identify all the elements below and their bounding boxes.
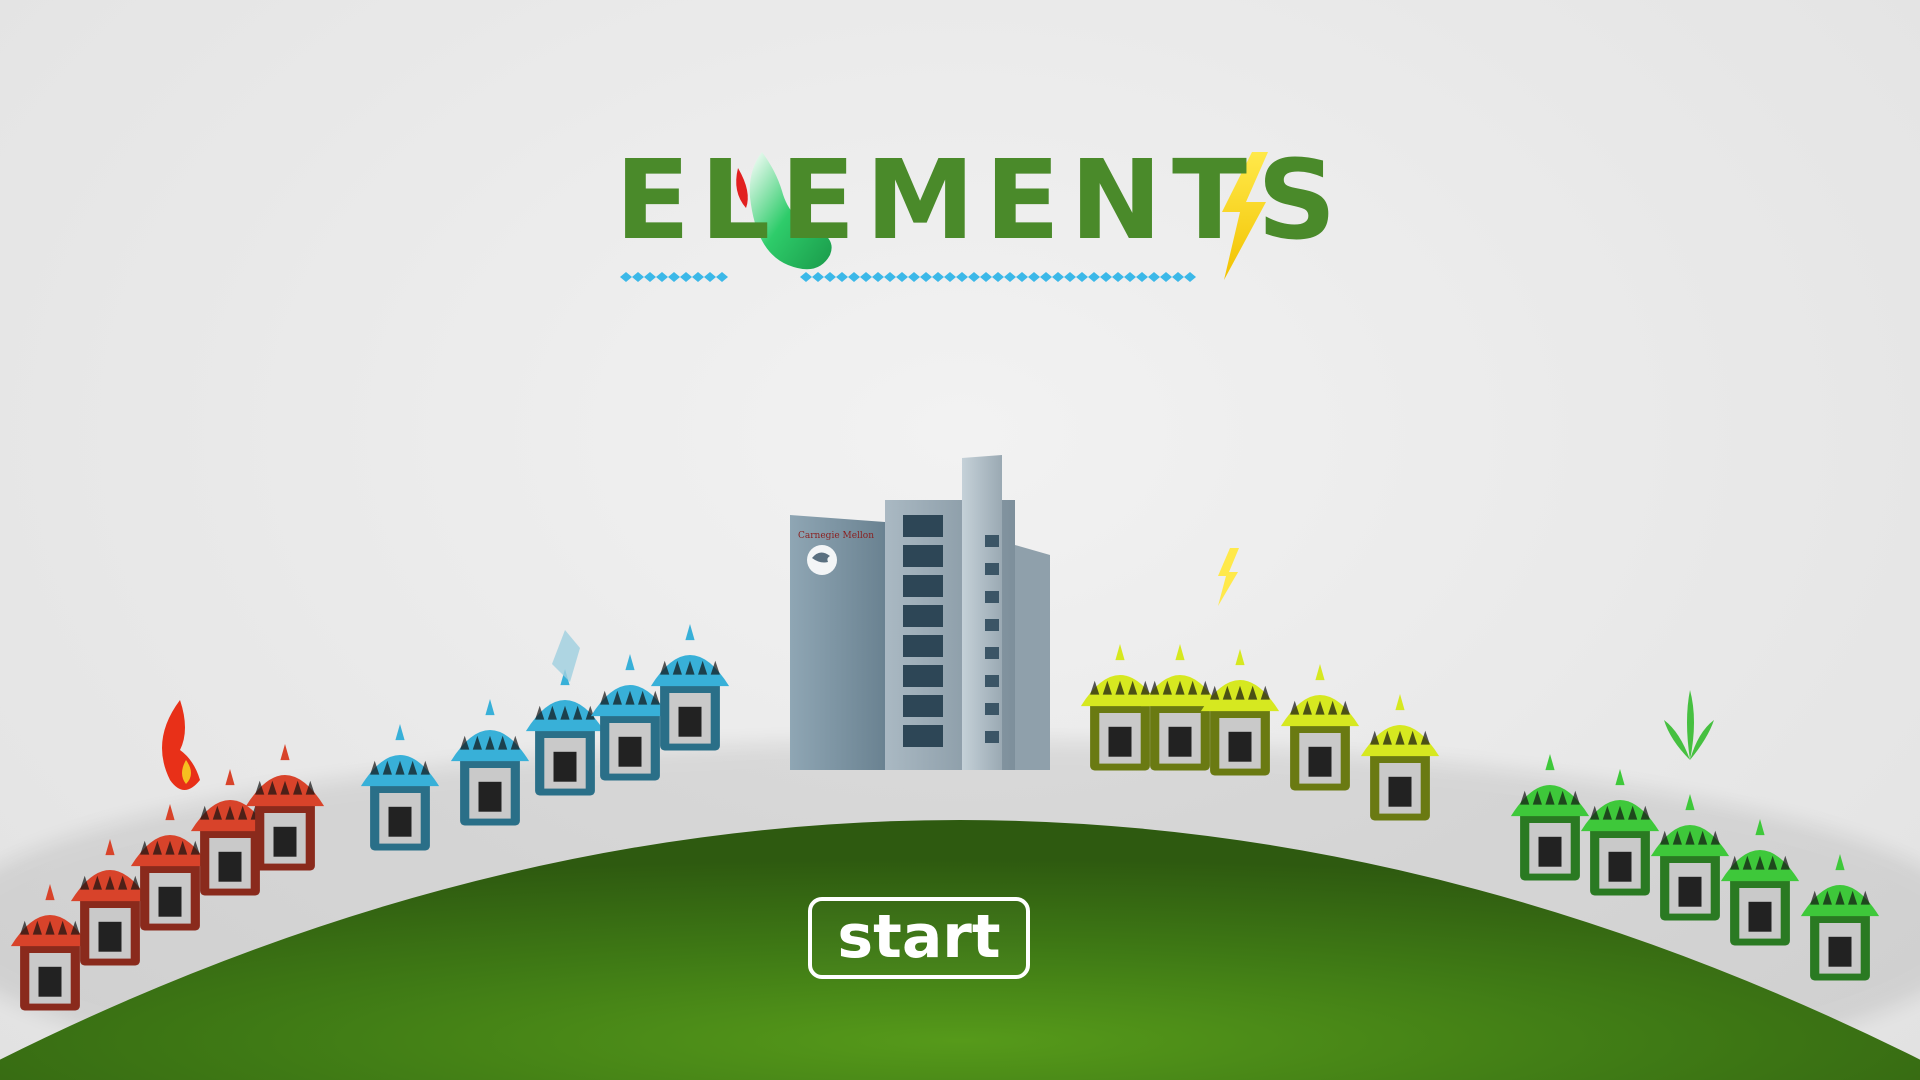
element-tower	[590, 654, 670, 781]
fire-flame-icon	[162, 700, 200, 790]
water-crystal-icon	[552, 630, 580, 682]
building-tower	[962, 455, 1002, 770]
element-tower	[1280, 664, 1360, 791]
building-sign: Carnegie Mellon	[798, 531, 874, 541]
building-left-wing	[790, 515, 885, 770]
element-tower	[245, 744, 325, 871]
central-building: Carnegie Mellon	[790, 455, 1050, 770]
earth-sprout-icon	[1664, 690, 1714, 760]
start-button[interactable]: start	[808, 897, 1030, 979]
element-tower	[450, 699, 530, 826]
element-tower	[1360, 694, 1440, 821]
element-tower	[525, 669, 605, 796]
game-title-text: ELEMENTS	[615, 136, 1347, 264]
element-tower	[650, 624, 730, 751]
element-tower	[360, 724, 440, 851]
element-tower	[1200, 649, 1280, 776]
building-side	[1015, 545, 1050, 770]
game-title: ELEMENTS	[615, 135, 1336, 285]
element-tower	[1080, 644, 1160, 771]
scotty-logo-icon	[807, 545, 837, 575]
lightning-bolt-icon	[1218, 548, 1239, 606]
